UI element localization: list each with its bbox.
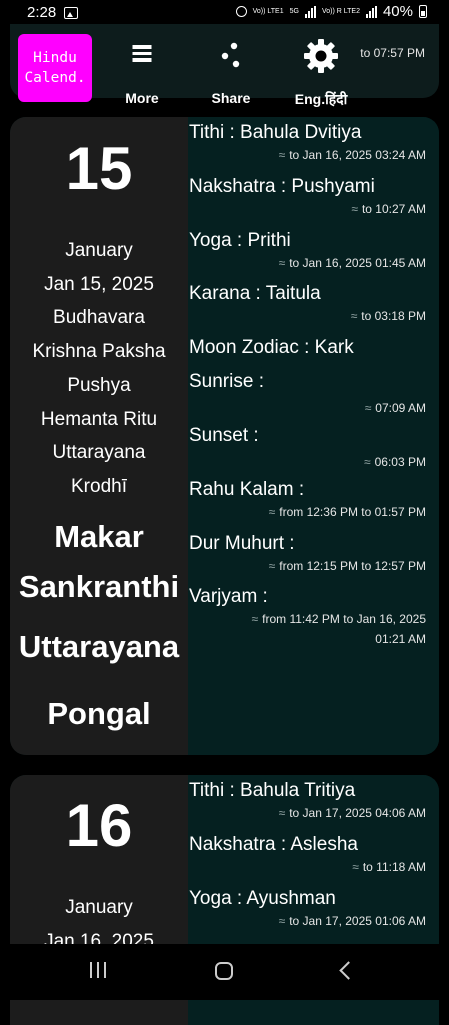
share-label: Share <box>211 90 251 106</box>
battery-percent: 40% <box>382 3 413 20</box>
signal-1-icon <box>304 5 316 18</box>
festival-name: Makar <box>54 519 144 554</box>
signal-2-icon <box>365 5 377 18</box>
back-button[interactable] <box>339 961 358 980</box>
detail-moon-zodiac: Moon Zodiac : Kark <box>189 337 354 358</box>
navigation-bar <box>0 944 449 1000</box>
app-logo-line2: Calend. <box>24 70 86 86</box>
detail-nakshatra: Nakshatra : Aslesha ≈ to 11:18 AM <box>189 834 426 874</box>
detail-tithi: Tithi : Bahula Tritiya ≈ to Jan 17, 2025 … <box>189 780 426 820</box>
ritu: Hemanta Ritu <box>40 408 158 430</box>
toolbar: Hindu Calend. More Share Eng.हिंदी <box>0 32 449 107</box>
network-lte2-label: Vo)) R LTE2 <box>321 8 360 15</box>
masa: Pushya <box>67 374 131 396</box>
recent-apps-button[interactable] <box>90 962 106 978</box>
festival-name: Pongal <box>47 696 151 731</box>
app-logo-line1: Hindu <box>33 50 77 66</box>
day-details: Tithi : Bahula Dvitiya ≈ to Jan 16, 2025 … <box>188 117 439 755</box>
detail-rahu-kalam: Rahu Kalam : ≈ from 12:36 PM to 01:57 PM <box>189 479 426 519</box>
share-button[interactable]: Share <box>191 36 271 106</box>
festival-name: Uttarayana <box>18 629 180 664</box>
network-lte1-label: Vo)) LTE1 <box>252 8 284 15</box>
detail-nakshatra: Nakshatra : Pushyami ≈ to 10:27 AM <box>189 176 426 216</box>
detail-tithi: Tithi : Bahula Dvitiya ≈ to Jan 16, 2025 … <box>189 122 426 162</box>
festival-name: Sankranthi <box>18 569 180 604</box>
network-5g-label: 5G <box>289 8 299 15</box>
battery-icon <box>419 5 427 18</box>
detail-dur-muhurt: Dur Muhurt : ≈ from 12:15 PM to 12:57 PM <box>189 533 426 573</box>
detail-sunrise: Sunrise : ≈07:09 AM <box>189 371 426 415</box>
ayana: Uttarayana <box>52 442 146 464</box>
detail-yoga: Yoga : Prithi ≈ to Jan 16, 2025 01:45 AM <box>189 230 426 270</box>
month-name: January <box>65 897 133 918</box>
weekday: Budhavara <box>53 307 145 329</box>
full-date: Jan 15, 2025 <box>44 273 154 295</box>
language-button[interactable]: Eng.हिंदी <box>281 36 361 107</box>
alarm-icon <box>235 6 247 17</box>
more-button[interactable]: More <box>102 36 182 106</box>
share-icon <box>220 42 242 73</box>
app-logo[interactable]: Hindu Calend. <box>18 34 92 102</box>
more-label: More <box>125 90 159 106</box>
day-card-15[interactable]: 15 January Jan 15, 2025 Budhavara Krishn… <box>10 117 439 755</box>
menu-icon <box>132 42 152 65</box>
day-number: 16 <box>65 792 133 859</box>
status-time: 2:28 <box>27 4 57 21</box>
day-number: 15 <box>65 135 133 202</box>
home-button[interactable] <box>215 962 233 980</box>
gear-icon <box>303 38 339 74</box>
detail-karana: Karana : Taitula ≈ to 03:18 PM <box>189 283 426 323</box>
month-name: January <box>65 240 133 261</box>
samvat: Krodhī <box>71 475 127 497</box>
status-bar: 2:28 Vo)) LTE1 5G Vo)) R LTE2 40% <box>0 0 449 26</box>
detail-varjyam: Varjyam : ≈ from 11:42 PM to Jan 16, 2025… <box>189 586 426 646</box>
paksha: Krishna Paksha <box>32 341 166 363</box>
gallery-notification-icon <box>64 6 79 19</box>
detail-sunset: Sunset : ≈06:03 PM <box>189 425 426 469</box>
language-label: Eng.हिंदी <box>294 91 348 107</box>
detail-yoga: Yoga : Ayushman ≈ to Jan 17, 2025 01:06 A… <box>189 888 426 928</box>
day-summary: 15 January Jan 15, 2025 Budhavara Krishn… <box>10 117 188 755</box>
